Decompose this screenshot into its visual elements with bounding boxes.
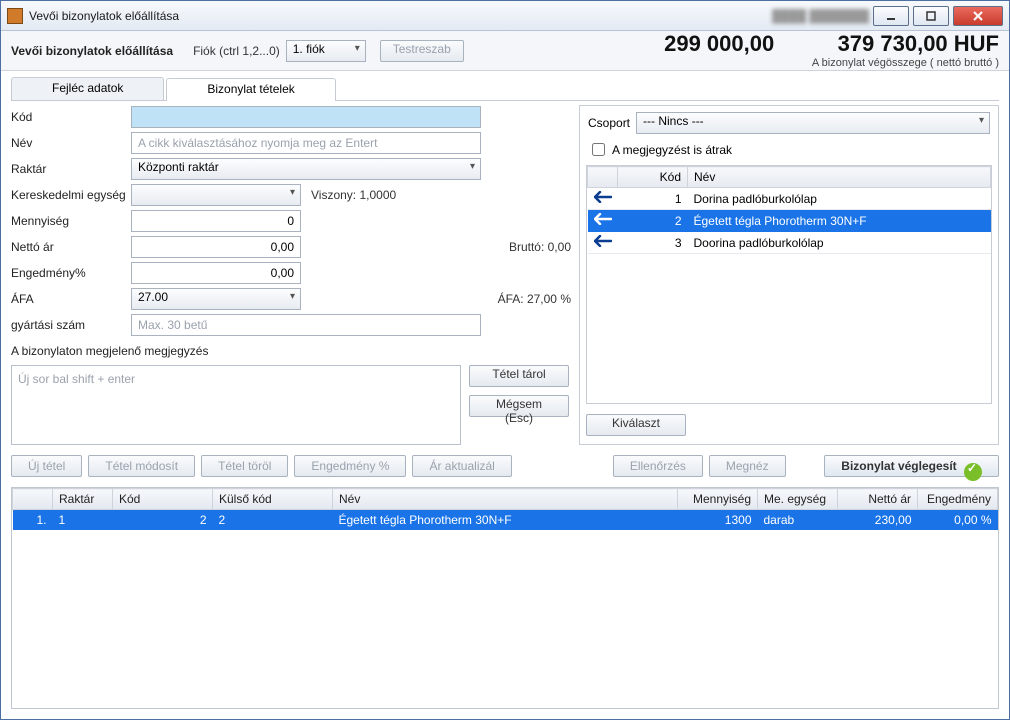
new-item-button[interactable]: Új tétel [11,455,82,477]
qty-label: Mennyiség [11,214,131,228]
minimize-button[interactable] [873,6,909,26]
app-window: Vevői bizonylatok előállítása ████ █████… [0,0,1010,720]
picker-col-code: Kód [618,167,688,188]
picker-name: Doorina padlóburkolólap [688,232,991,254]
select-button[interactable]: Kiválaszt [586,414,686,436]
name-input[interactable] [131,132,481,154]
serial-input[interactable] [131,314,481,336]
totals-caption: A bizonylat végösszege ( nettó bruttó ) [664,57,999,69]
comment-textarea[interactable]: Új sor bal shift + enter [11,365,461,445]
maximize-button[interactable] [913,6,949,26]
window-title: Vevői bizonylatok előállítása [29,9,764,23]
carry-comment-label: A megjegyzést is átrak [612,143,732,157]
grid-col-qty: Mennyiség [678,489,758,510]
delete-item-button[interactable]: Tétel töröl [201,455,288,477]
finalize-button[interactable]: Bizonylat véglegesít [824,455,999,477]
name-label: Név [11,136,131,150]
discount-pct-button[interactable]: Engedmény % [294,455,406,477]
arrow-left-icon [594,235,612,247]
total-gross: 379 730,00 HUF [838,31,999,56]
grid-col-idx [13,489,53,510]
gross-info: Bruttó: 0,00 [509,240,571,254]
discount-input[interactable] [131,262,301,284]
group-select[interactable]: --- Nincs --- [636,112,990,134]
picker-name: Égetett tégla Phorotherm 30N+F [688,210,991,232]
update-price-button[interactable]: Ár aktualizál [412,455,511,477]
vat-info: ÁFA: 27,00 % [498,292,571,306]
cancel-button[interactable]: Mégsem (Esc) [469,395,569,417]
unit-select[interactable] [131,184,301,206]
picker-panel: Csoport --- Nincs --- A megjegyzést is á… [579,105,999,445]
page-heading: Vevői bizonylatok előállítása [11,44,173,58]
picker-table[interactable]: Kód Név 1Dorina padlóburkolólap2Égetett … [586,165,992,404]
warehouse-label: Raktár [11,162,131,176]
grid-col-unit: Me. egység [758,489,838,510]
grid-col-discount: Engedmény [918,489,998,510]
finalize-label: Bizonylat véglegesít [841,459,956,473]
close-button[interactable] [953,6,1003,26]
mid-row: Kód Név Raktár Központi raktár Kereskede… [11,105,999,445]
drawer-select[interactable]: 1. fiók [286,40,366,62]
grid-col-code: Kód [113,489,213,510]
check-icon [964,463,982,481]
customize-button[interactable]: Testreszab [380,40,464,62]
totals-block: 299 000,00 379 730,00 HUF A bizonylat vé… [664,32,999,68]
picker-row[interactable]: 1Dorina padlóburkolólap [588,188,991,210]
check-button[interactable]: Ellenőrzés [613,455,703,477]
picker-row[interactable]: 2Égetett tégla Phorotherm 30N+F [588,210,991,232]
net-label: Nettó ár [11,240,131,254]
content-area: Fejléc adatok Bizonylat tételek Kód Név … [1,71,1009,719]
grid-col-warehouse: Raktár [53,489,113,510]
drawer-label: Fiók (ctrl 1,2...0) [193,44,280,58]
discount-label: Engedmény% [11,266,131,280]
grid-col-net: Nettó ár [838,489,918,510]
picker-name: Dorina padlóburkolólap [688,188,991,210]
tab-header[interactable]: Fejléc adatok [11,77,164,100]
ratio-info: Viszony: 1,0000 [311,188,396,202]
arrow-left-icon [594,191,612,203]
grid-col-name: Név [333,489,678,510]
arrow-left-icon [594,213,612,225]
items-grid[interactable]: Raktár Kód Külső kód Név Mennyiség Me. e… [11,487,999,709]
net-input[interactable] [131,236,301,258]
preview-button[interactable]: Megnéz [709,455,786,477]
toolbar: Vevői bizonylatok előállítása Fiók (ctrl… [1,31,1009,71]
unit-label: Kereskedelmi egység [11,188,131,202]
titlebar-extra: ████ ███████ [772,9,869,23]
vat-label: ÁFA [11,292,131,306]
comment-label: A bizonylaton megjelenő megjegyzés [11,344,208,358]
carry-comment-checkbox[interactable]: A megjegyzést is átrak [588,140,990,159]
code-input[interactable] [131,106,481,128]
picker-code: 1 [618,188,688,210]
picker-code: 3 [618,232,688,254]
carry-comment-input[interactable] [592,143,605,156]
qty-input[interactable] [131,210,301,232]
tab-items[interactable]: Bizonylat tételek [166,78,335,101]
picker-col-name: Név [688,167,991,188]
total-net: 299 000,00 [664,31,774,56]
tabs: Fejléc adatok Bizonylat tételek [11,77,999,101]
form-area: Kód Név Raktár Központi raktár Kereskede… [11,105,571,445]
picker-row[interactable]: 3Doorina padlóburkolólap [588,232,991,254]
serial-label: gyártási szám [11,318,131,332]
code-label: Kód [11,110,131,124]
store-item-button[interactable]: Tétel tárol [469,365,569,387]
edit-item-button[interactable]: Tétel módosít [88,455,195,477]
warehouse-select[interactable]: Központi raktár [131,158,481,180]
action-row: Új tétel Tétel módosít Tétel töröl Enged… [11,455,999,477]
titlebar: Vevői bizonylatok előállítása ████ █████… [1,1,1009,31]
grid-row[interactable]: 1.122Égetett tégla Phorotherm 30N+F1300d… [13,510,998,531]
picker-code: 2 [618,210,688,232]
vat-select[interactable]: 27.00 [131,288,301,310]
group-label: Csoport [588,116,630,130]
app-icon [7,8,23,24]
grid-col-extcode: Külső kód [213,489,333,510]
